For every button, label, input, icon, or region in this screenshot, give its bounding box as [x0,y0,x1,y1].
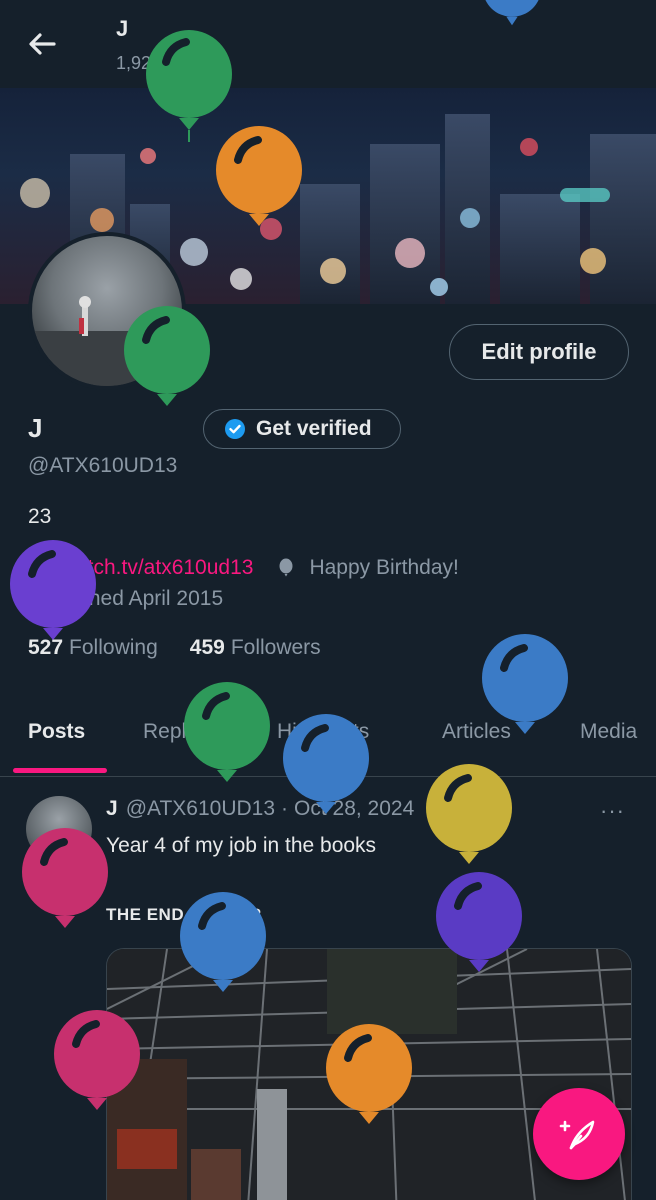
birthday-balloon-icon [426,764,512,864]
header-name: J [116,16,129,41]
birthday-balloon-icon [482,634,568,734]
top-bar: J 1,929 posts [0,0,656,88]
tweet-more-button[interactable]: ··· [600,798,625,824]
birthday-balloon-icon [22,828,108,928]
verified-badge-icon [225,419,245,439]
balloon-icon [279,558,293,577]
edit-profile-button[interactable]: Edit profile [449,324,629,380]
followers-label: Followers [230,636,321,659]
compose-feather-icon [559,1120,595,1150]
birthday-balloon-icon [124,306,210,406]
compose-button[interactable] [533,1088,625,1180]
birthday-balloon-icon [184,682,270,782]
tweet-text: Year 4 of my job in the books [106,834,377,857]
active-tab-indicator [13,768,107,773]
followers-link[interactable]: 459 Followers [190,636,321,660]
tweet-author-handle: @ATX610UD13 [125,797,276,820]
profile-handle: @ATX610UD13 [28,454,178,477]
birthday-balloon-icon [10,540,96,640]
followers-count: 459 [189,636,225,659]
birthday-balloon-icon [180,892,266,992]
profile-name: J [28,413,43,443]
tab-posts[interactable]: Posts [28,720,85,744]
get-verified-button[interactable]: Get verified [203,409,401,449]
profile-bio: 23 [28,505,52,528]
birthday-balloon-icon [485,0,539,26]
back-button[interactable] [24,26,60,62]
birthday-balloon-icon [436,872,522,972]
arrow-left-icon [29,33,56,55]
birthday-balloon-icon [54,1010,140,1110]
birthday-balloon-icon [216,126,302,226]
profile-birthday: Happy Birthday! [309,556,459,579]
birthday-balloon-icon [283,714,369,814]
tab-media[interactable]: Media [580,720,637,744]
tweet-author-name[interactable]: J [106,797,118,821]
birthday-balloon-icon [326,1024,412,1124]
profile-page: J 1,929 posts Edit profile [0,0,656,1200]
get-verified-label: Get verified [256,417,372,440]
